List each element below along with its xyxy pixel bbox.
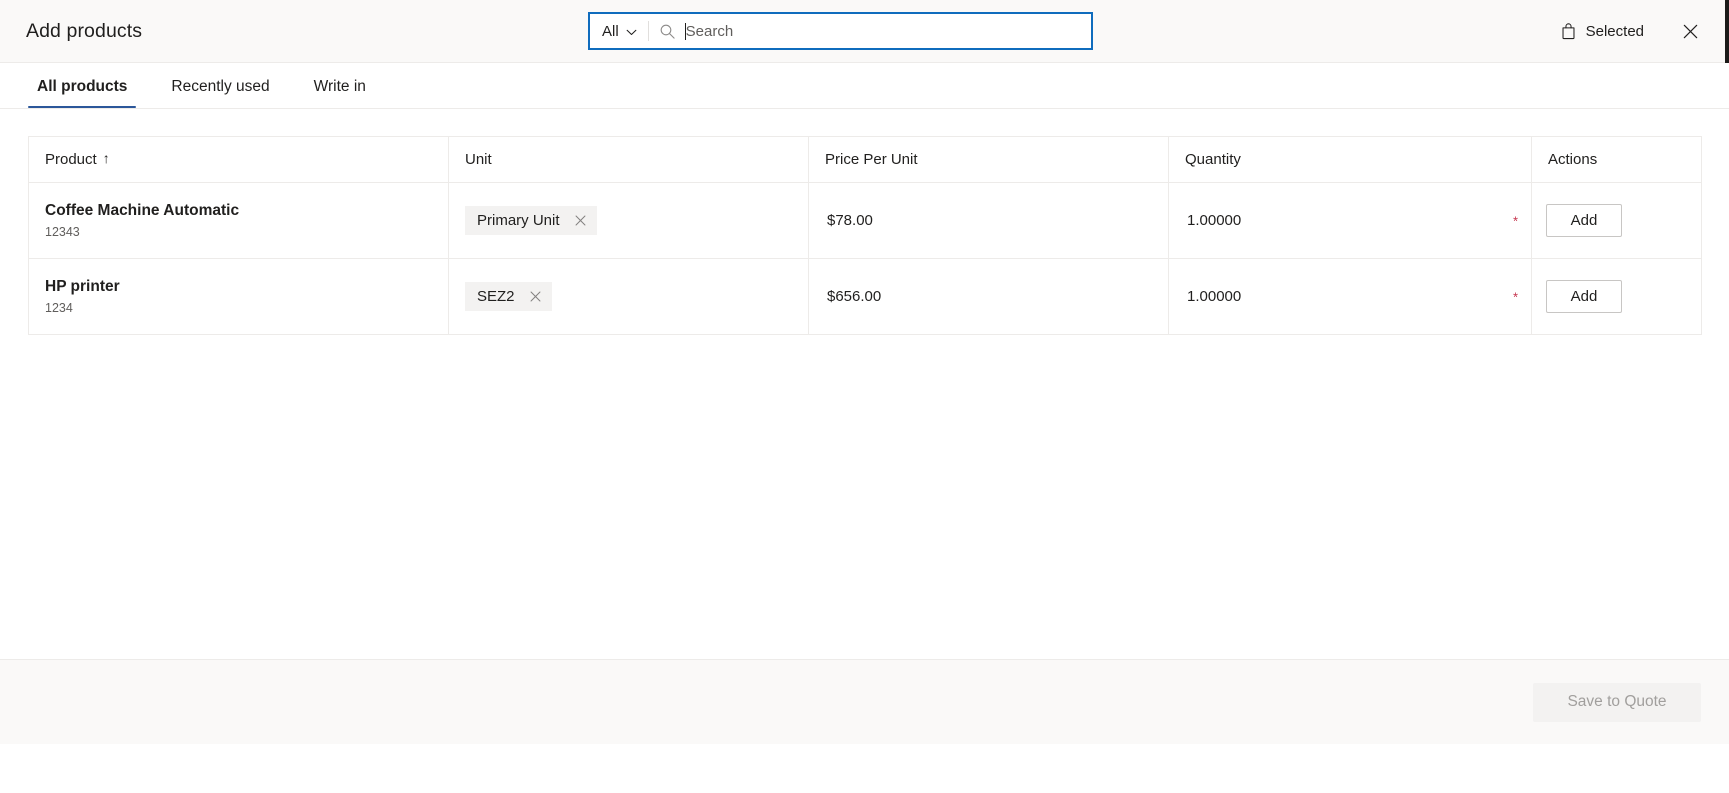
search-placeholder: Search (685, 22, 734, 40)
cell-unit: SEZ2 (448, 258, 809, 335)
cell-quantity[interactable]: 1.00000 * (1168, 182, 1532, 259)
cell-product: Coffee Machine Automatic 12343 (28, 182, 449, 259)
unit-tag[interactable]: Primary Unit (465, 206, 597, 235)
unit-tag-label: SEZ2 (477, 288, 515, 305)
selected-button[interactable]: Selected (1558, 17, 1646, 45)
add-button[interactable]: Add (1546, 204, 1622, 237)
search-scope-dropdown[interactable]: All (589, 13, 648, 49)
page-title: Add products (26, 19, 143, 42)
column-header-product-label: Product (45, 151, 97, 168)
add-button[interactable]: Add (1546, 280, 1622, 313)
page-bottom-strip (0, 744, 1729, 793)
tab-recently-used[interactable]: Recently used (162, 78, 278, 108)
dialog-header: Add products All Search Selected (0, 0, 1729, 63)
cell-price-per-unit: $78.00 (808, 182, 1169, 259)
tab-bar: All products Recently used Write in (0, 63, 1729, 109)
close-icon[interactable] (529, 290, 542, 303)
dialog-footer: Save to Quote (0, 659, 1729, 744)
table-row: Coffee Machine Automatic 12343 Primary U… (28, 182, 1702, 259)
header-actions: Selected (1558, 17, 1703, 45)
table-body: Coffee Machine Automatic 12343 Primary U… (28, 182, 1702, 335)
cell-price-per-unit: $656.00 (808, 258, 1169, 335)
table-row: HP printer 1234 SEZ2 $656.00 1.00000 * A… (28, 258, 1702, 335)
product-name: Coffee Machine Automatic (45, 202, 240, 220)
products-table-area: Product ↑ Unit Price Per Unit Quantity Ac… (0, 109, 1729, 659)
tab-all-products[interactable]: All products (28, 78, 137, 108)
search-input[interactable]: Search (684, 13, 1092, 49)
required-asterisk-icon: * (1512, 289, 1518, 304)
search-icon (659, 23, 676, 40)
column-header-unit[interactable]: Unit (448, 136, 809, 183)
table-header-row: Product ↑ Unit Price Per Unit Quantity Ac… (28, 136, 1702, 183)
required-asterisk-icon: * (1512, 213, 1518, 228)
column-header-actions: Actions (1531, 136, 1702, 183)
tab-write-in[interactable]: Write in (305, 78, 375, 108)
unit-tag-label: Primary Unit (477, 212, 560, 229)
column-header-price-per-unit[interactable]: Price Per Unit (808, 136, 1169, 183)
shopping-bag-icon (1560, 22, 1577, 40)
selected-label: Selected (1585, 22, 1644, 40)
product-id: 1234 (45, 300, 73, 315)
cell-unit: Primary Unit (448, 182, 809, 259)
table-header: Product ↑ Unit Price Per Unit Quantity Ac… (28, 136, 1702, 183)
add-products-dialog: Add products All Search Selected All pro… (0, 0, 1729, 793)
product-id: 12343 (45, 224, 80, 239)
window-edge-sliver (1725, 0, 1729, 63)
products-table: Product ↑ Unit Price Per Unit Quantity Ac… (28, 136, 1702, 335)
cell-product: HP printer 1234 (28, 258, 449, 335)
chevron-down-icon (626, 27, 637, 38)
product-name: HP printer (45, 278, 120, 296)
cell-actions: Add (1531, 258, 1702, 335)
cell-actions: Add (1531, 182, 1702, 259)
column-header-quantity[interactable]: Quantity (1168, 136, 1532, 183)
sort-ascending-icon: ↑ (102, 150, 110, 166)
save-to-quote-button[interactable]: Save to Quote (1533, 682, 1701, 722)
quantity-value[interactable]: 1.00000 (1187, 212, 1241, 229)
column-header-product[interactable]: Product ↑ (28, 136, 449, 183)
search-scope-label: All (602, 22, 619, 40)
unit-tag[interactable]: SEZ2 (465, 282, 552, 311)
quantity-value[interactable]: 1.00000 (1187, 288, 1241, 305)
search-bar[interactable]: All Search (588, 12, 1093, 50)
close-button[interactable] (1677, 18, 1703, 44)
close-icon[interactable] (574, 214, 587, 227)
search-field[interactable]: Search (649, 13, 1092, 49)
cell-quantity[interactable]: 1.00000 * (1168, 258, 1532, 335)
